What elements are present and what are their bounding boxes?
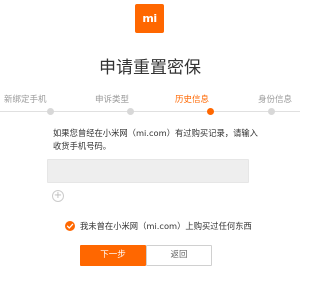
step-new-phone-dot [47, 108, 54, 115]
page-title: 申请重置密保 [99, 58, 201, 78]
step-new-phone-label: 新绑定手机 [4, 95, 47, 105]
purchase-history-description: 如果您曾经在小米网（mi.com）有过购买记录，请输入收货手机号码。 [53, 128, 258, 151]
plus-circle-icon: + [53, 190, 63, 201]
check-circle-icon[interactable] [65, 221, 75, 231]
reset-security-page: mi 申请重置密保 新绑定手机 申诉类型 历史信息 身份信息 如果您曾经在小米网… [0, 0, 300, 281]
add-phone-button[interactable]: + [52, 190, 64, 202]
step-history-dot [207, 108, 214, 115]
delivery-phone-input[interactable] [47, 159, 249, 183]
mi-logo: mi [135, 4, 164, 33]
step-identity-label: 身份信息 [258, 95, 293, 105]
next-step-button[interactable]: 下一步 [80, 245, 146, 266]
progress-line [0, 111, 300, 112]
step-identity-dot [268, 108, 275, 115]
step-appeal-type-dot [127, 108, 134, 115]
back-button[interactable]: 返回 [146, 245, 212, 266]
logo-text: mi [142, 12, 157, 25]
no-purchase-checkbox-label[interactable]: 我未曾在小米网（mi.com）上购买过任何东西 [80, 221, 252, 231]
step-appeal-type-label: 申诉类型 [95, 95, 130, 105]
step-history-label: 历史信息 [175, 95, 210, 105]
